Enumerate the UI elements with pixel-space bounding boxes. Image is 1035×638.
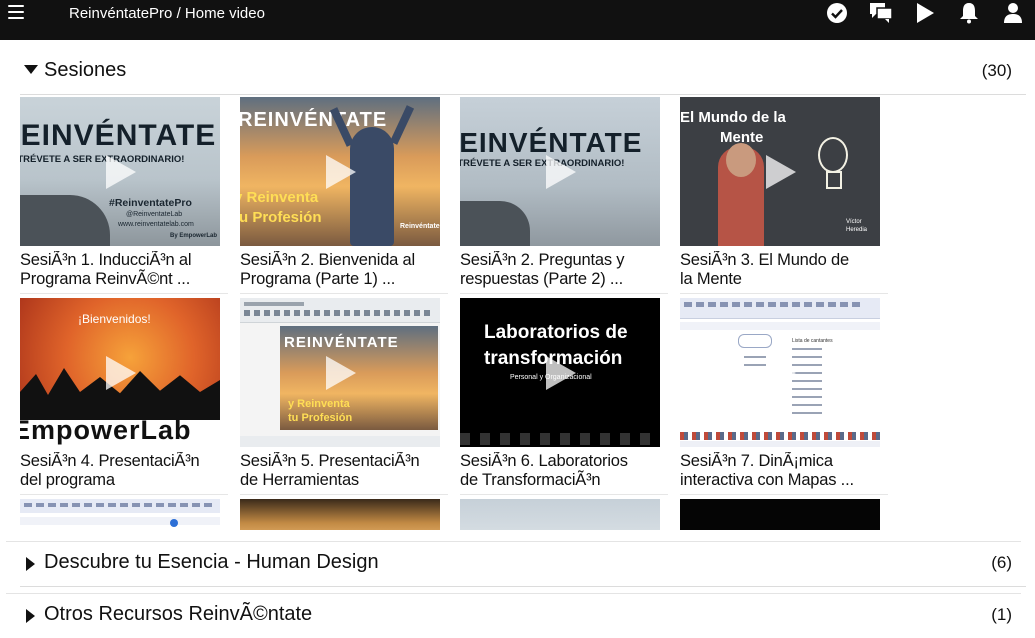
video-title: SesiÃ³n 1. InducciÃ³n al Programa ReinvÃ©… — [20, 251, 192, 288]
section-title: Sesiones — [44, 59, 127, 81]
video-title: SesiÃ³n 6. Laboratorios de TransformaciÃ³… — [460, 452, 628, 489]
video-card[interactable]: Lista de cantantes SesiÃ³n 7. DinÃ¡mica i… — [680, 298, 888, 495]
section-header-human-design[interactable]: Descubre tu Esencia - Human Design (6) — [20, 542, 1026, 587]
thumb-by: By EmpowerLab — [170, 233, 218, 239]
thumb-title: Reinvéntate — [284, 334, 399, 351]
thumb-name: Víctor — [846, 219, 862, 225]
play-icon — [326, 356, 356, 390]
video-title: SesiÃ³n 7. DinÃ¡mica interactiva con Mapa… — [680, 452, 854, 489]
video-card[interactable]: Laboratorios de transformación Personal … — [460, 298, 668, 495]
play-icon — [106, 155, 136, 189]
video-title: SesiÃ³n 5. PresentaciÃ³n de Herramientas — [240, 452, 420, 489]
breadcrumb[interactable]: ReinvéntatePro / Home video — [69, 5, 265, 22]
thumb-handle: @ReinventateLab — [126, 211, 183, 218]
video-card[interactable] — [240, 499, 440, 530]
video-card[interactable]: Reinvéntate ¡ATRÉVETE A SER EXTRAORDINAR… — [460, 97, 668, 294]
play-icon — [106, 356, 136, 390]
thumb-site: www.reinventatelab.com — [118, 221, 194, 228]
video-card[interactable]: ¡Bienvenidos! EmpowerLab SesiÃ³n 4. Pres… — [20, 298, 228, 495]
video-thumbnail[interactable]: Laboratorios de transformación Personal … — [460, 298, 660, 447]
video-card[interactable]: Reinvéntate y Reinventa tu Profesión Ses… — [240, 298, 448, 495]
section-count: (1) — [991, 605, 1012, 624]
thumb-slogan: y Reinventa — [240, 189, 319, 206]
caret-down-icon — [24, 65, 38, 74]
thumb-slogan: tu Profesión — [288, 412, 353, 424]
video-card[interactable] — [680, 499, 880, 530]
play-icon — [326, 155, 356, 189]
bell-icon[interactable] — [957, 1, 981, 25]
play-icon — [766, 356, 796, 390]
video-card[interactable]: Reinvéntate y Reinventa tu Profesión Rei… — [240, 97, 448, 294]
section-count: (30) — [981, 61, 1012, 80]
video-thumbnail[interactable] — [680, 499, 880, 530]
thumb-welcome: ¡Bienvenidos! — [78, 312, 151, 326]
video-title: SesiÃ³n 2. Preguntas y respuestas (Parte … — [460, 251, 625, 288]
video-card[interactable]: El Mundo de la Mente Víctor Heredia Sesi… — [680, 97, 888, 294]
video-card[interactable] — [20, 499, 220, 530]
video-thumbnail[interactable]: Lista de cantantes — [680, 298, 880, 447]
video-title: SesiÃ³n 2. Bienvenida al Programa (Parte … — [240, 251, 415, 288]
video-thumbnail[interactable] — [240, 499, 440, 530]
play-icon[interactable] — [913, 1, 937, 25]
thumb-subtitle: ¡ATRÉVETE A SER EXTRAORDINARIO! — [20, 154, 185, 165]
thumb-hashtag: #ReinventatePro — [109, 197, 192, 209]
video-thumbnail[interactable] — [460, 499, 660, 530]
video-thumbnail[interactable]: El Mundo de la Mente Víctor Heredia — [680, 97, 880, 246]
thumb-slogan: y Reinventa — [288, 398, 350, 410]
caret-right-icon — [26, 557, 35, 571]
thumb-slogan: tu Profesión — [240, 209, 322, 226]
check-circle-icon[interactable] — [825, 1, 849, 25]
thumb-brand: EmpowerLab — [20, 415, 192, 445]
thumb-subtitle: ¡ATRÉVETE A SER EXTRAORDINARIO! — [460, 158, 625, 169]
caret-right-icon — [26, 609, 35, 623]
video-thumbnail[interactable]: Reinvéntate y Reinventa tu Profesión Rei… — [240, 97, 440, 246]
play-icon — [546, 155, 576, 189]
section-header-otros-recursos[interactable]: Otros Recursos ReinvÃ©ntate (1) — [20, 594, 1026, 638]
top-bar: ReinvéntatePro / Home video — [0, 0, 1035, 40]
thumb-title: Laboratorios de — [484, 322, 628, 343]
section-header-sesiones[interactable]: Sesiones (30) — [20, 50, 1026, 95]
video-thumbnail[interactable]: Reinvéntate ¡ATRÉVETE A SER EXTRAORDINAR… — [460, 97, 660, 246]
section-title: Otros Recursos ReinvÃ©ntate — [44, 603, 313, 625]
thumb-heading: Lista de cantantes — [792, 338, 833, 344]
thumb-name: Heredia — [846, 227, 868, 233]
video-card[interactable] — [460, 499, 660, 530]
menu-icon[interactable] — [8, 5, 24, 19]
section-title: Descubre tu Esencia - Human Design — [44, 551, 379, 573]
thumb-brand: Reinvéntate — [400, 223, 440, 230]
play-icon — [766, 155, 796, 189]
video-card[interactable]: Reinvéntate ¡ATRÉVETE A SER EXTRAORDINAR… — [20, 97, 228, 294]
video-thumbnail[interactable]: Reinvéntate ¡ATRÉVETE A SER EXTRAORDINAR… — [20, 97, 220, 246]
video-title: SesiÃ³n 4. PresentaciÃ³n del programa — [20, 452, 200, 489]
video-thumbnail[interactable]: ¡Bienvenidos! EmpowerLab — [20, 298, 220, 447]
video-thumbnail[interactable]: Reinvéntate y Reinventa tu Profesión — [240, 298, 440, 447]
section-count: (6) — [991, 553, 1012, 572]
video-grid: Reinvéntate ¡ATRÉVETE A SER EXTRAORDINAR… — [20, 97, 900, 530]
user-icon[interactable] — [1001, 1, 1025, 25]
thumb-title: Reinvéntate — [20, 119, 217, 152]
video-title: SesiÃ³n 3. El Mundo de la Mente — [680, 251, 849, 288]
video-thumbnail[interactable] — [20, 499, 220, 530]
thumb-title: El Mundo de la — [680, 109, 786, 126]
play-icon — [546, 356, 576, 390]
chat-icon[interactable] — [869, 1, 893, 25]
